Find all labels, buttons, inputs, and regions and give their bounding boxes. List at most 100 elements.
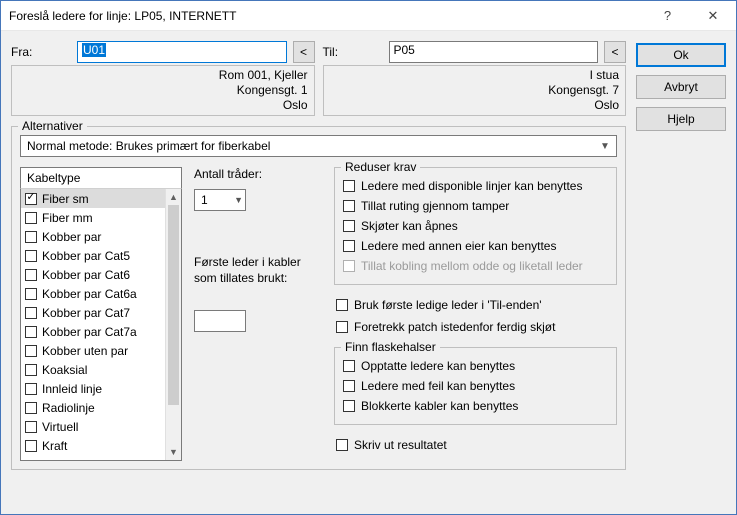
dialog-window: Foreslå ledere for linje: LP05, INTERNET… — [0, 0, 737, 515]
list-item-label: Kobber par Cat5 — [42, 249, 130, 263]
list-item[interactable]: Kobber par Cat6a — [21, 284, 165, 303]
list-item[interactable]: Kobber par Cat7 — [21, 303, 165, 322]
chevron-down-icon: ▼ — [596, 141, 614, 152]
checkbox[interactable] — [25, 307, 37, 319]
checkbox[interactable] — [25, 326, 37, 338]
scroll-thumb[interactable] — [168, 205, 179, 405]
print-check-row: Skriv ut resultatet — [334, 435, 617, 455]
list-item[interactable]: Fiber mm — [21, 208, 165, 227]
scroll-down-icon[interactable]: ▼ — [166, 444, 181, 460]
lower-area: Kabeltype Fiber sm Fiber mm Kobber par Kobb… — [20, 167, 617, 461]
to-input[interactable]: P05 — [389, 41, 599, 63]
to-browse-button[interactable]: < — [604, 41, 626, 63]
cabletype-listbox: Fiber sm Fiber mm Kobber par Kobber par Cat… — [20, 189, 182, 461]
cabletype-header[interactable]: Kabeltype — [20, 167, 182, 189]
to-addr-line1: I stua — [330, 68, 620, 83]
threads-label: Antall tråder: — [194, 167, 322, 181]
list-item[interactable]: Kobber uten par — [21, 341, 165, 360]
ok-button[interactable]: Ok — [636, 43, 726, 67]
checkbox[interactable] — [25, 250, 37, 262]
checkbox[interactable] — [25, 193, 37, 205]
from-address: Rom 001, Kjeller Kongensgt. 1 Oslo — [11, 65, 315, 116]
chevron-down-icon: ▼ — [234, 195, 243, 205]
endpoints-row: Fra: U01 < Rom 001, Kjeller Kongensgt. 1… — [11, 41, 626, 116]
chk-forste-ledige[interactable]: Bruk første ledige leder i 'Til-enden' — [336, 295, 617, 315]
list-item-label: Kobber par Cat6 — [42, 268, 130, 282]
method-value: Normal metode: Brukes primært for fiberk… — [27, 139, 596, 153]
checkbox[interactable] — [25, 364, 37, 376]
list-item-label: Innleid linje — [42, 382, 102, 396]
from-addr-line3: Oslo — [18, 98, 308, 113]
list-item[interactable]: Kobber par Cat6 — [21, 265, 165, 284]
list-item[interactable]: Radiolinje — [21, 398, 165, 417]
cancel-button[interactable]: Avbryt — [636, 75, 726, 99]
chk-print[interactable]: Skriv ut resultatet — [336, 435, 617, 455]
chk-foretrekk-patch[interactable]: Foretrekk patch istedenfor ferdig skjøt — [336, 317, 617, 337]
to-address: I stua Kongensgt. 7 Oslo — [323, 65, 627, 116]
to-box: Til: P05 < I stua Kongensgt. 7 Oslo — [323, 41, 627, 116]
checkbox[interactable] — [25, 402, 37, 414]
scrollbar[interactable]: ▲ ▼ — [165, 189, 181, 460]
checkbox[interactable] — [25, 231, 37, 243]
alternatives-legend: Alternativer — [18, 119, 87, 133]
scroll-up-icon[interactable]: ▲ — [166, 189, 181, 205]
list-item-label: Virtuell — [42, 420, 78, 434]
list-item[interactable]: Kobber par — [21, 227, 165, 246]
chk-blokkerte[interactable]: Blokkerte kabler kan benyttes — [343, 396, 608, 416]
titlebar-buttons: ? ✕ — [645, 1, 736, 30]
help-icon[interactable]: ? — [645, 1, 690, 30]
list-item-label: Fiber mm — [42, 211, 93, 225]
checkbox[interactable] — [25, 383, 37, 395]
list-item-label: Kobber par Cat7a — [42, 325, 137, 339]
bottleneck-group: Finn flaskehalser Opptatte ledere kan be… — [334, 347, 617, 425]
list-item[interactable]: Kraft — [21, 436, 165, 455]
from-label: Fra: — [11, 45, 71, 59]
reduce-legend: Reduser krav — [341, 160, 420, 174]
list-item-label: Kobber uten par — [42, 344, 128, 358]
checkbox[interactable] — [25, 345, 37, 357]
chk-annen-eier[interactable]: Ledere med annen eier kan benyttes — [343, 236, 608, 256]
method-combo[interactable]: Normal metode: Brukes primært for fiberk… — [20, 135, 617, 157]
reduce-group: Reduser krav Ledere med disponible linje… — [334, 167, 617, 285]
list-item-label: Kobber par Cat6a — [42, 287, 137, 301]
titlebar: Foreslå ledere for linje: LP05, INTERNET… — [1, 1, 736, 31]
from-input[interactable]: U01 — [77, 41, 287, 63]
cabletype-list: Kabeltype Fiber sm Fiber mm Kobber par Kobb… — [20, 167, 182, 461]
help-button[interactable]: Hjelp — [636, 107, 726, 131]
list-item-label: Kobber par Cat7 — [42, 306, 130, 320]
checkbox[interactable] — [25, 288, 37, 300]
list-item[interactable]: Kobber par Cat7a — [21, 322, 165, 341]
checkbox[interactable] — [25, 440, 37, 452]
list-item-label: Radiolinje — [42, 401, 95, 415]
to-label: Til: — [323, 45, 383, 59]
threads-select[interactable]: 1 ▼ — [194, 189, 246, 211]
chk-opptatte[interactable]: Opptatte ledere kan benyttes — [343, 356, 608, 376]
from-box: Fra: U01 < Rom 001, Kjeller Kongensgt. 1… — [11, 41, 315, 116]
threads-value: 1 — [201, 193, 208, 207]
chk-feil[interactable]: Ledere med feil kan benyttes — [343, 376, 608, 396]
list-item-label: Kraft — [42, 439, 67, 453]
list-item-label: Koaksial — [42, 363, 87, 377]
main-column: Fra: U01 < Rom 001, Kjeller Kongensgt. 1… — [11, 41, 626, 506]
checkbox[interactable] — [25, 269, 37, 281]
to-addr-line3: Oslo — [330, 98, 620, 113]
chk-disponible[interactable]: Ledere med disponible linjer kan benytte… — [343, 176, 608, 196]
list-item[interactable]: Innleid linje — [21, 379, 165, 398]
chk-tamper[interactable]: Tillat ruting gjennom tamper — [343, 196, 608, 216]
list-item[interactable]: Kobber par Cat5 — [21, 246, 165, 265]
content: Fra: U01 < Rom 001, Kjeller Kongensgt. 1… — [1, 31, 736, 514]
list-item[interactable]: Fiber sm — [21, 189, 165, 208]
right-column: Reduser krav Ledere med disponible linje… — [334, 167, 617, 461]
alternatives-fieldset: Alternativer Normal metode: Brukes primæ… — [11, 126, 626, 470]
chk-odde-liketal: Tillat kobling mellom odde og liketall l… — [343, 256, 608, 276]
to-addr-line2: Kongensgt. 7 — [330, 83, 620, 98]
checkbox[interactable] — [25, 212, 37, 224]
list-item-label: Kobber par — [42, 230, 101, 244]
checkbox[interactable] — [25, 421, 37, 433]
list-item[interactable]: Koaksial — [21, 360, 165, 379]
from-browse-button[interactable]: < — [293, 41, 315, 63]
first-leader-input[interactable] — [194, 310, 246, 332]
close-icon[interactable]: ✕ — [690, 1, 736, 30]
chk-skjoter[interactable]: Skjøter kan åpnes — [343, 216, 608, 236]
list-item[interactable]: Virtuell — [21, 417, 165, 436]
